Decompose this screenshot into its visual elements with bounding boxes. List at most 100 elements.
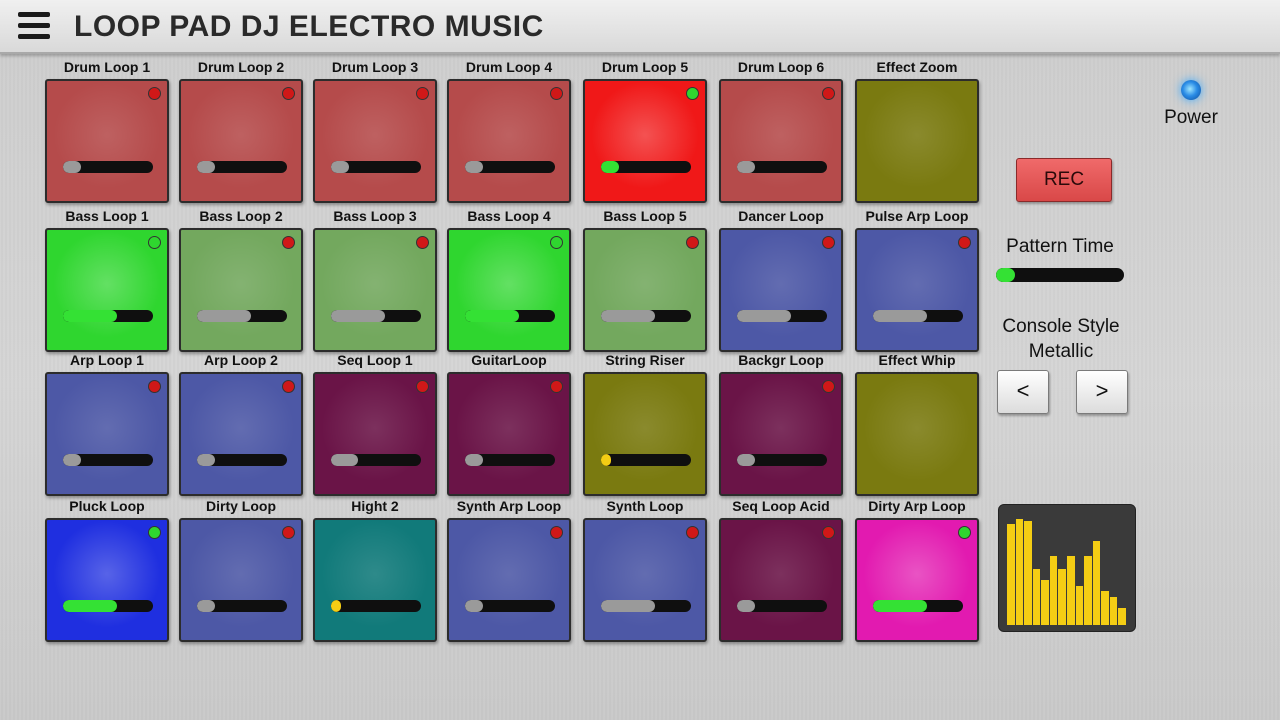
pad-label: Effect Zoom [876,59,958,75]
loop-pad-button[interactable] [447,518,571,642]
pad-label: Seq Loop 1 [337,352,413,368]
loop-pad-button[interactable] [179,79,303,203]
pad-label: Drum Loop 3 [331,59,419,75]
volume-slider-fill [63,454,81,466]
visualizer-bar [1067,556,1075,625]
volume-slider-fill [331,161,349,173]
loop-pad-button[interactable] [179,518,303,642]
console-style-value: Metallic [1028,341,1094,362]
visualizer-bar [1109,597,1118,625]
loop-pad-button[interactable] [313,518,437,642]
pad-label: Arp Loop 1 [70,352,144,368]
loop-pad-button[interactable] [45,79,169,203]
status-led-icon [550,236,563,249]
volume-slider[interactable] [331,454,421,466]
visualizer-bar [1101,591,1109,625]
volume-slider[interactable] [63,310,153,322]
status-led-icon [282,236,295,249]
loop-pad-button[interactable] [179,228,303,352]
status-led-icon [686,526,699,539]
pad-label: Drum Loop 4 [465,59,553,75]
loop-pad-button[interactable] [583,372,707,496]
loop-pad-button[interactable] [855,228,979,352]
pad-label: Dancer Loop [738,208,824,224]
volume-slider[interactable] [601,454,691,466]
rec-button[interactable]: REC [1016,158,1112,202]
volume-slider[interactable] [873,310,963,322]
loop-pad-button[interactable] [719,372,843,496]
volume-slider-fill [197,454,215,466]
volume-slider[interactable] [197,310,287,322]
visualizer-bar [1007,524,1015,625]
console-style-next-button[interactable]: > [1076,370,1128,414]
pad-label: Arp Loop 2 [204,352,278,368]
loop-pad-button[interactable] [179,372,303,496]
loop-pad-button[interactable] [45,518,169,642]
loop-pad-button[interactable] [719,79,843,203]
loop-pad-button[interactable] [719,518,843,642]
volume-slider[interactable] [737,454,827,466]
visualizer-bar [1058,569,1066,625]
visualizer-bar [1024,521,1032,625]
volume-slider[interactable] [601,161,691,173]
volume-slider-fill [331,310,385,322]
status-led-icon [550,526,563,539]
pad-label: Hight 2 [351,498,399,514]
loop-pad-button[interactable] [447,228,571,352]
volume-slider[interactable] [197,600,287,612]
loop-pad-button[interactable] [447,79,571,203]
volume-slider[interactable] [737,310,827,322]
volume-slider-fill [737,161,755,173]
pad-label: Drum Loop 5 [601,59,689,75]
loop-pad-button[interactable] [583,228,707,352]
loop-pad-button[interactable] [313,228,437,352]
volume-slider[interactable] [331,600,421,612]
volume-slider-fill [873,310,927,322]
volume-slider[interactable] [63,454,153,466]
pad-label: Backgr Loop [738,352,824,368]
loop-pad-button[interactable] [855,79,979,203]
status-led-icon [282,380,295,393]
loop-pad-button[interactable] [45,372,169,496]
volume-slider[interactable] [601,310,691,322]
volume-slider[interactable] [197,161,287,173]
volume-slider[interactable] [737,161,827,173]
console-style-prev-button[interactable]: < [997,370,1049,414]
volume-slider[interactable] [601,600,691,612]
volume-slider-fill [465,600,483,612]
loop-pad-button[interactable] [719,228,843,352]
volume-slider[interactable] [737,600,827,612]
volume-slider-fill [601,310,655,322]
volume-slider[interactable] [873,600,963,612]
loop-pad-button[interactable] [855,518,979,642]
volume-slider[interactable] [465,600,555,612]
power-led-icon[interactable] [1181,80,1201,100]
volume-slider[interactable] [331,310,421,322]
status-led-icon [686,236,699,249]
volume-slider[interactable] [465,161,555,173]
volume-slider[interactable] [465,310,555,322]
loop-pad-button[interactable] [447,372,571,496]
pad-label: Drum Loop 2 [197,59,285,75]
status-led-icon [282,87,295,100]
hamburger-menu-icon[interactable] [18,12,50,40]
pad-label: Bass Loop 4 [467,208,551,224]
loop-pad-button[interactable] [45,228,169,352]
loop-pad-button[interactable] [855,372,979,496]
volume-slider-fill [737,310,791,322]
volume-slider[interactable] [63,161,153,173]
volume-slider-fill [465,161,483,173]
volume-slider[interactable] [331,161,421,173]
loop-pad-button[interactable] [583,518,707,642]
pad-label: GuitarLoop [471,352,547,368]
volume-slider[interactable] [63,600,153,612]
loop-pad-button[interactable] [313,372,437,496]
visualizer-bar [1015,519,1024,625]
pattern-time-slider[interactable] [996,268,1124,282]
loop-pad-button[interactable] [313,79,437,203]
loop-pad-button[interactable] [583,79,707,203]
volume-slider[interactable] [465,454,555,466]
volume-slider-fill [197,600,215,612]
volume-slider[interactable] [197,454,287,466]
visualizer-bar [1118,608,1126,625]
